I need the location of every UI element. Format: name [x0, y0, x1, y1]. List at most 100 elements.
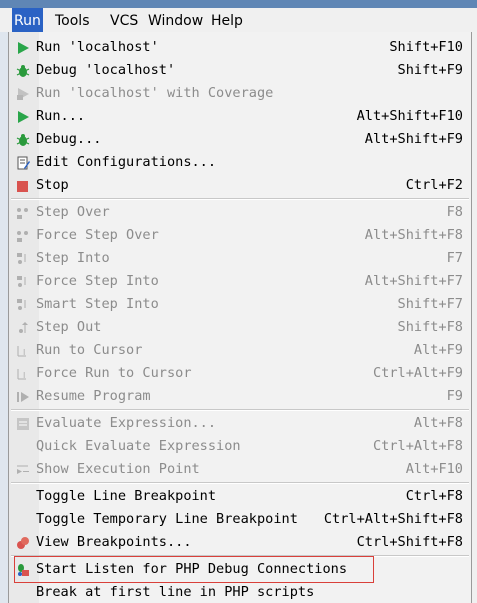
run-icon [16, 40, 30, 54]
menu-item-smart-step-into: Smart Step Into Shift+F7 [9, 293, 471, 315]
menu-item-resume-program: Resume Program F9 [9, 385, 471, 407]
menu-item-shortcut: Shift+F9 [397, 62, 463, 78]
menu-item-shortcut: Ctrl+Alt+F9 [372, 365, 463, 381]
menu-item-force-step-into: Force Step Into Alt+Shift+F7 [9, 270, 471, 292]
menu-item-label: Force Step Over [36, 227, 159, 243]
step-out-icon [16, 320, 30, 334]
menu-bar: Run Tools VCS Window Help [0, 8, 477, 32]
window-titlebar-strip [0, 0, 477, 8]
menu-help[interactable]: Help [209, 8, 245, 32]
menu-item-step-over: Step Over F8 [9, 201, 471, 223]
menu-item-shortcut: Ctrl+F2 [405, 177, 463, 193]
menu-item-shortcut: Shift+F10 [389, 39, 463, 55]
menu-item-shortcut: Ctrl+F8 [405, 488, 463, 504]
menu-item-shortcut: Alt+Shift+F10 [356, 108, 463, 124]
force-step-over-icon [16, 228, 30, 242]
evaluate-icon [16, 416, 30, 430]
menu-separator [11, 482, 469, 484]
menu-item-label: Step Over [36, 204, 110, 220]
run-dropdown-menu: Run 'localhost' Shift+F10 Debug 'localhost… [8, 32, 472, 603]
breakpoints-icon [16, 535, 30, 549]
menu-item-shortcut: Alt+F9 [413, 342, 463, 358]
menu-item-label: Toggle Line Breakpoint [36, 488, 217, 504]
menu-item-label: Run... [36, 108, 86, 124]
stop-icon [16, 178, 30, 192]
menu-item-shortcut: Alt+F8 [413, 415, 463, 431]
menu-item-label: Step Into [36, 250, 110, 266]
menu-item-step-into: Step Into F7 [9, 247, 471, 269]
menu-run[interactable]: Run [12, 8, 43, 32]
edit-config-icon [16, 155, 30, 170]
svg-text:I: I [23, 371, 25, 380]
menu-item-force-run-to-cursor: I Force Run to Cursor Ctrl+Alt+F9 [9, 362, 471, 384]
background-window-edge [0, 32, 8, 603]
menu-item-shortcut: Alt+F10 [405, 461, 463, 477]
menu-item-run-to-cursor: I Run to Cursor Alt+F9 [9, 339, 471, 361]
menu-item-quick-evaluate-expression: Quick Evaluate Expression Ctrl+Alt+F8 [9, 435, 471, 457]
menu-item-label: Run 'localhost' with Coverage [36, 85, 274, 101]
menu-item-toggle-temporary-line-breakpoint[interactable]: Toggle Temporary Line Breakpoint Ctrl+Alt… [9, 508, 471, 530]
menu-tools[interactable]: Tools [53, 8, 92, 32]
menu-item-force-step-over: Force Step Over Alt+Shift+F8 [9, 224, 471, 246]
menu-item-label: Force Step Into [36, 273, 159, 289]
menu-item-debug-localhost[interactable]: Debug 'localhost' Shift+F9 [9, 59, 471, 81]
menu-item-label: Step Out [36, 319, 102, 335]
menu-item-run[interactable]: Run... Alt+Shift+F10 [9, 105, 471, 127]
step-into-icon [16, 251, 30, 265]
menu-item-label: Resume Program [36, 388, 151, 404]
menu-item-label: Evaluate Expression... [36, 415, 217, 431]
menu-item-shortcut: Ctrl+Alt+Shift+F8 [323, 511, 463, 527]
menu-item-label: Run 'localhost' [36, 39, 159, 55]
menu-item-toggle-line-breakpoint[interactable]: Toggle Line Breakpoint Ctrl+F8 [9, 485, 471, 507]
menu-item-debug[interactable]: Debug... Alt+Shift+F9 [9, 128, 471, 150]
menu-item-show-execution-point: Show Execution Point Alt+F10 [9, 458, 471, 480]
svg-text:I: I [23, 348, 25, 357]
run-to-cursor-icon: I [16, 343, 30, 357]
menu-item-shortcut: F8 [446, 204, 463, 220]
menu-item-break-at-first-line-in-php-scripts[interactable]: Break at first line in PHP scripts [9, 581, 471, 603]
execution-point-icon [16, 462, 30, 476]
menu-item-label: Debug... [36, 131, 102, 147]
menu-item-shortcut: Shift+F7 [397, 296, 463, 312]
menu-item-label: Quick Evaluate Expression [36, 438, 241, 454]
menu-item-label: Stop [36, 177, 69, 193]
menu-separator [11, 409, 469, 411]
menu-item-run-localhost-with-coverage: Run 'localhost' with Coverage [9, 82, 471, 104]
menu-separator [11, 198, 469, 200]
step-over-icon [16, 205, 30, 219]
menu-item-shortcut: Alt+Shift+F9 [364, 131, 463, 147]
menu-item-run-localhost[interactable]: Run 'localhost' Shift+F10 [9, 36, 471, 58]
menu-item-shortcut: Ctrl+Alt+F8 [372, 438, 463, 454]
menu-item-view-breakpoints[interactable]: View Breakpoints... Ctrl+Shift+F8 [9, 531, 471, 553]
force-step-into-icon [16, 274, 30, 288]
menu-item-shortcut: Alt+Shift+F7 [364, 273, 463, 289]
menu-item-label: View Breakpoints... [36, 534, 192, 550]
run-icon [16, 109, 30, 123]
menu-item-label: Debug 'localhost' [36, 62, 176, 78]
coverage-icon [16, 86, 30, 100]
menu-item-label: Show Execution Point [36, 461, 200, 477]
resume-icon [16, 389, 30, 403]
menu-item-shortcut: F9 [446, 388, 463, 404]
menu-item-edit-configurations[interactable]: Edit Configurations... [9, 151, 471, 173]
menu-item-shortcut: Ctrl+Shift+F8 [356, 534, 463, 550]
debug-bug-icon [16, 63, 30, 77]
menu-item-label: Edit Configurations... [36, 154, 217, 170]
smart-step-into-icon [16, 297, 30, 311]
menu-item-label: Smart Step Into [36, 296, 159, 312]
highlight-annotation-box [14, 556, 374, 583]
menu-item-evaluate-expression: Evaluate Expression... Alt+F8 [9, 412, 471, 434]
menu-item-shortcut: Shift+F8 [397, 319, 463, 335]
menu-vcs[interactable]: VCS [108, 8, 140, 32]
menu-window[interactable]: Window [146, 8, 205, 32]
menu-item-label: Run to Cursor [36, 342, 143, 358]
menu-item-stop[interactable]: Stop Ctrl+F2 [9, 174, 471, 196]
menu-item-shortcut: Alt+Shift+F8 [364, 227, 463, 243]
debug-bug-icon [16, 132, 30, 146]
force-run-to-cursor-icon: I [16, 366, 30, 380]
menu-item-label: Force Run to Cursor [36, 365, 192, 381]
menu-item-label: Toggle Temporary Line Breakpoint [36, 511, 298, 527]
menu-item-shortcut: F7 [446, 250, 463, 266]
menu-item-label: Break at first line in PHP scripts [36, 584, 315, 600]
menu-item-step-out: Step Out Shift+F8 [9, 316, 471, 338]
